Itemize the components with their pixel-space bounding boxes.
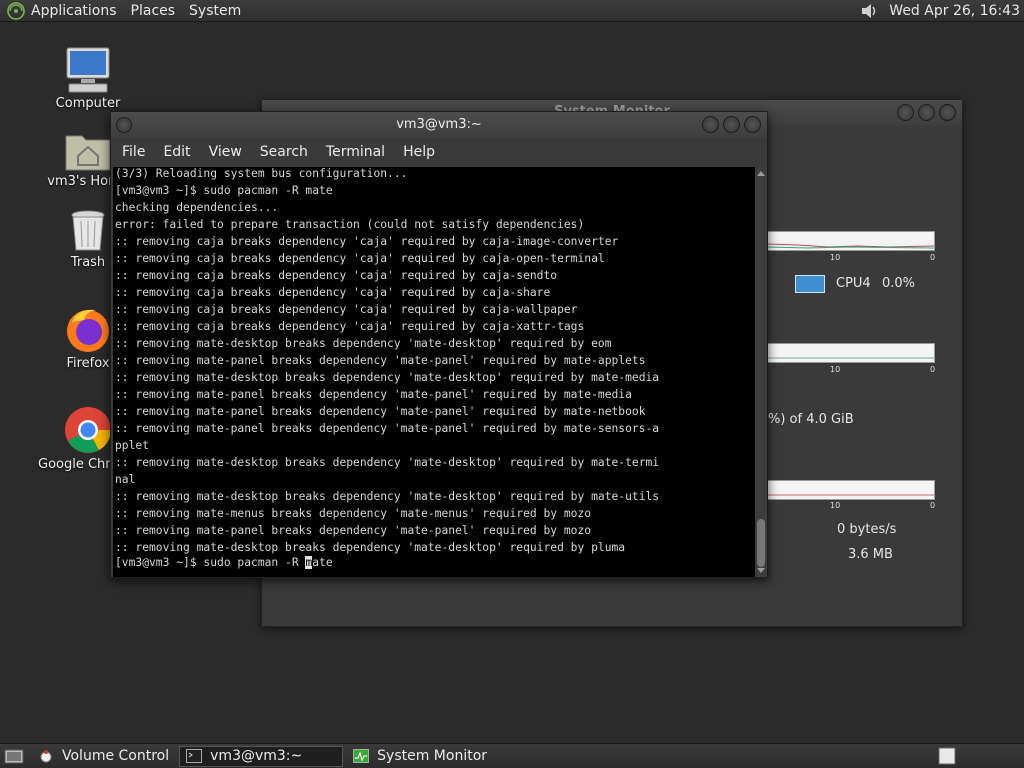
clock[interactable]: Wed Apr 26, 16:43 — [889, 3, 1020, 19]
network-total: 3.6 MB — [848, 547, 893, 562]
chrome-icon — [65, 407, 111, 453]
minimize-button[interactable] — [702, 116, 719, 133]
maximize-button[interactable] — [723, 116, 740, 133]
cpu4-value: 0.0% — [882, 276, 916, 291]
cpu-axis-10: 10 — [830, 253, 841, 262]
terminal-menubar: File Edit View Search Terminal Help — [111, 138, 767, 166]
terminal-line: :: removing mate-panel breaks dependency… — [115, 524, 592, 537]
terminal-title: vm3@vm3:~ — [396, 117, 482, 132]
menu-terminal[interactable]: Terminal — [326, 144, 385, 160]
cpu4-color-swatch[interactable] — [795, 275, 825, 293]
show-desktop-icon[interactable] — [4, 747, 24, 765]
terminal-icon — [186, 749, 203, 763]
memory-axis-0: 0 — [930, 365, 936, 374]
menu-edit[interactable]: Edit — [163, 144, 190, 160]
desktop-icon-computer[interactable]: Computer — [38, 46, 138, 111]
cpu4-label: CPU4 — [836, 276, 871, 291]
system-monitor-icon — [353, 749, 370, 763]
terminal-line: :: removing mate-menus breaks dependency… — [115, 507, 592, 520]
taskbar-item-terminal[interactable]: vm3@vm3:~ — [179, 745, 344, 767]
terminal-prompt-line[interactable]: [vm3@vm3 ~]$ sudo pacman -R mate — [113, 554, 755, 571]
desktop-icon-label: Computer — [55, 96, 121, 111]
maximize-button[interactable] — [918, 104, 935, 121]
volume-control-icon — [40, 750, 52, 763]
bottom-taskbar: Volume Control vm3@vm3:~ System Monitor — [0, 743, 1024, 768]
terminal-line: :: removing mate-desktop breaks dependen… — [115, 371, 660, 384]
terminal-line: :: removing mate-desktop breaks dependen… — [115, 490, 660, 503]
firefox-icon — [67, 309, 109, 352]
cpu-axis-0: 0 — [930, 253, 936, 262]
terminal-line: :: removing mate-panel breaks dependency… — [115, 388, 632, 401]
taskbar-item-label: Volume Control — [62, 748, 170, 764]
cpu-graph — [767, 231, 935, 251]
terminal-line: :: removing caja breaks dependency 'caja… — [115, 303, 578, 316]
prompt-text: [vm3@vm3 ~]$ sudo pacman -R — [115, 556, 306, 569]
menu-system[interactable]: System — [189, 3, 241, 19]
terminal-titlebar[interactable]: vm3@vm3:~ — [111, 112, 767, 138]
terminal-line: :: removing caja breaks dependency 'caja… — [115, 286, 551, 299]
terminal-line: (3/3) Reloading system bus configuration… — [115, 167, 408, 180]
terminal-line: error: failed to prepare transaction (co… — [115, 218, 585, 231]
mate-logo-icon[interactable] — [7, 1, 25, 20]
terminal-line: :: removing mate-desktop breaks dependen… — [115, 337, 612, 350]
terminal-line: [vm3@vm3 ~]$ sudo pacman -R mate — [115, 184, 333, 197]
terminal-line: :: removing mate-panel breaks dependency… — [115, 405, 646, 418]
scrollbar-thumb[interactable] — [757, 519, 765, 567]
terminal-line: :: removing caja breaks dependency 'caja… — [115, 252, 605, 265]
close-button[interactable] — [744, 116, 761, 133]
terminal-line: :: removing caja breaks dependency 'caja… — [115, 320, 585, 333]
terminal-line: checking dependencies... — [115, 201, 279, 214]
network-graph-lines — [768, 494, 934, 496]
memory-usage-text: %) of 4.0 GiB — [768, 412, 854, 427]
menu-places[interactable]: Places — [131, 3, 176, 19]
taskbar-item-system-monitor[interactable]: System Monitor — [347, 746, 493, 767]
menu-search[interactable]: Search — [260, 144, 308, 160]
network-axis-10: 10 — [830, 501, 841, 510]
taskbar-item-label: vm3@vm3:~ — [210, 748, 303, 764]
menu-view[interactable]: View — [209, 144, 242, 160]
memory-graph — [767, 343, 935, 363]
network-rate: 0 bytes/s — [837, 522, 897, 537]
home-folder-icon — [65, 135, 111, 171]
minimize-button[interactable] — [897, 104, 914, 121]
cpu-graph-lines — [767, 243, 935, 249]
menu-help[interactable]: Help — [403, 144, 435, 160]
top-panel: Applications Places System Wed Apr 26, 1… — [0, 0, 1024, 22]
menu-file[interactable]: File — [122, 144, 145, 160]
memory-axis-10: 10 — [830, 365, 841, 374]
terminal-line: :: removing caja breaks dependency 'caja… — [115, 269, 558, 282]
taskbar-item-label: System Monitor — [377, 748, 488, 764]
terminal-line: :: removing mate-panel breaks dependency… — [115, 422, 660, 435]
terminal-line: nal — [115, 473, 136, 486]
menu-applications[interactable]: Applications — [31, 3, 117, 19]
terminal-screen[interactable]: (3/3) Reloading system bus configuration… — [113, 167, 755, 577]
workspace-switcher-icon[interactable] — [938, 747, 956, 765]
network-axis-0: 0 — [930, 501, 936, 510]
terminal-output: (3/3) Reloading system bus configuration… — [113, 167, 755, 556]
scroll-down-arrow-icon[interactable] — [757, 568, 765, 573]
window-menu-button[interactable] — [116, 117, 132, 133]
prompt-rest: ate — [312, 556, 333, 569]
terminal-window[interactable]: vm3@vm3:~ File Edit View Search Terminal… — [110, 111, 768, 578]
terminal-line: pplet — [115, 439, 150, 452]
scroll-up-arrow-icon[interactable] — [757, 171, 765, 176]
taskbar-item-volume-control[interactable]: Volume Control — [32, 746, 175, 767]
memory-graph-lines — [768, 357, 934, 359]
volume-icon[interactable] — [859, 2, 879, 20]
terminal-line: :: removing mate-panel breaks dependency… — [115, 354, 646, 367]
terminal-scrollbar[interactable] — [755, 167, 767, 577]
computer-icon — [66, 47, 110, 93]
terminal-line: :: removing mate-desktop breaks dependen… — [115, 456, 660, 469]
network-graph — [767, 480, 935, 500]
trash-icon — [71, 210, 105, 251]
close-button[interactable] — [939, 104, 956, 121]
terminal-line: :: removing caja breaks dependency 'caja… — [115, 235, 619, 248]
